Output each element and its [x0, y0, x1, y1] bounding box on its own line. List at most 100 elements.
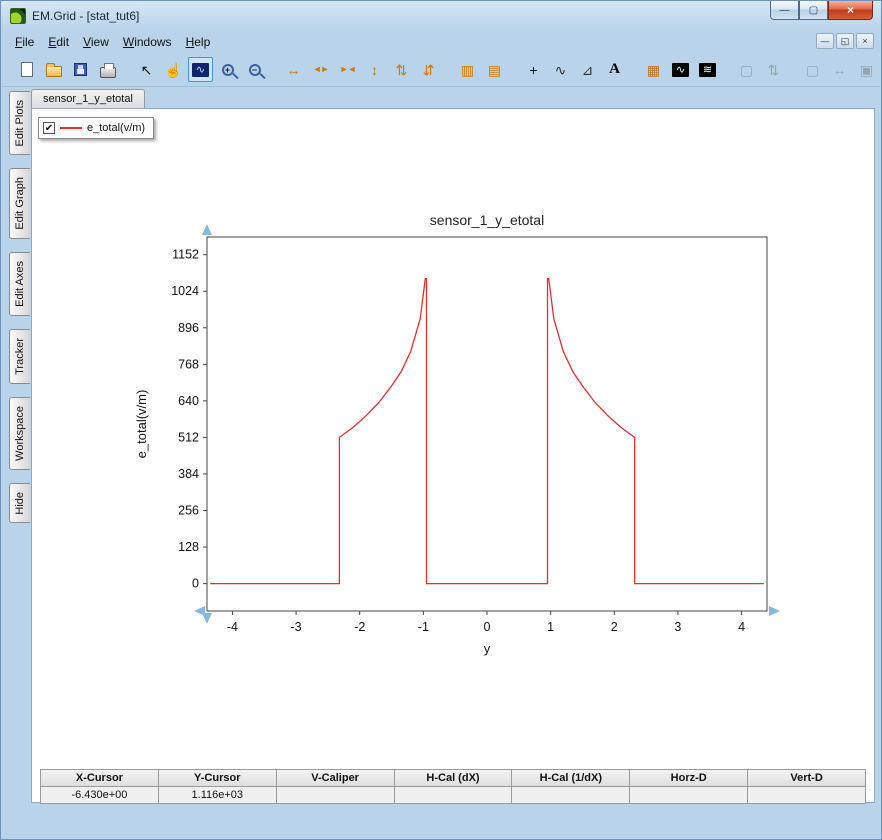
x-tick-label: 1: [547, 620, 554, 634]
legend-checkbox[interactable]: ✔: [43, 122, 55, 134]
sidebar-tab-edit-graph[interactable]: Edit Graph: [9, 168, 30, 240]
split-rows-button[interactable]: ▤: [482, 57, 507, 82]
x-full-scale-button[interactable]: ↔: [281, 57, 306, 82]
save-button[interactable]: [68, 57, 93, 82]
y-tick-label: 256: [178, 504, 199, 518]
sidebar-tab-hide[interactable]: Hide: [9, 482, 30, 524]
menu-help[interactable]: Help: [179, 32, 218, 52]
mdi-restore-button[interactable]: ◱: [836, 33, 854, 49]
status-col-header: V-Caliper: [276, 770, 395, 787]
slope-marker-button[interactable]: ⊿: [575, 57, 600, 82]
waveform-dark-button[interactable]: ∿: [668, 57, 693, 82]
fit-horizontal-button-icon: ↔: [832, 61, 847, 78]
menu-edit[interactable]: Edit: [41, 32, 76, 52]
sidebar-tab-edit-axes[interactable]: Edit Axes: [9, 252, 30, 316]
y-full-scale-button[interactable]: ↕: [362, 57, 387, 82]
x-tick-label: -1: [418, 620, 429, 634]
status-col-header: Y-Cursor: [158, 770, 277, 787]
maximize-button[interactable]: ▢: [799, 1, 828, 20]
status-value-cell: [630, 787, 749, 804]
slope-marker-button-icon: ⊿: [581, 61, 594, 78]
zoom-out-button-icon: −: [248, 63, 261, 76]
x-tick-label: -4: [227, 620, 238, 634]
sidebar-tab-label: Tracker: [14, 337, 26, 375]
mdi-close-button[interactable]: ×: [856, 33, 874, 49]
fit-vertical-button[interactable]: ⇅: [761, 57, 786, 82]
chart-title: sensor_1_y_etotal: [430, 212, 544, 228]
fit-horizontal-button[interactable]: ↔: [827, 57, 852, 82]
select-cursor-button[interactable]: ↖: [134, 57, 159, 82]
status-col-header: H-Cal (dX): [394, 770, 513, 787]
y-zoom-in-button[interactable]: ⇅: [389, 57, 414, 82]
add-text-button[interactable]: A: [602, 57, 627, 82]
fit-horizontal-checkbox-icon: ▢: [805, 61, 820, 78]
split-rows-button-icon: ▤: [487, 61, 502, 78]
status-col-header: Vert-D: [748, 770, 866, 787]
y-tick-label: 384: [178, 467, 199, 481]
zoom-in-button[interactable]: +: [215, 57, 240, 82]
sidebar-tab-strip: Edit Plots Edit Graph Edit Axes Tracker Work…: [9, 91, 31, 536]
menu-windows[interactable]: Windows: [116, 32, 179, 52]
chart-svg: 0 128 256 384 512 640 768 896 1024 1152 -4 -3 -2 -1 0 1…: [134, 212, 780, 656]
zoom-out-button[interactable]: −: [242, 57, 267, 82]
window-title: EM.Grid - [stat_tut6]: [32, 9, 140, 23]
sidebar-tab-label: Hide: [14, 491, 26, 515]
new-document-button-icon: [20, 62, 33, 77]
sidebar-tab-label: Edit Plots: [14, 100, 26, 147]
menu-view[interactable]: View: [76, 32, 116, 52]
x-tick-label: -3: [291, 620, 302, 634]
fit-page-button[interactable]: ▣: [854, 57, 879, 82]
chart-canvas[interactable]: 0 128 256 384 512 640 768 896 1024 1152 -4 -3 -2 -1 0 1…: [132, 204, 782, 674]
new-document-button[interactable]: [14, 57, 39, 82]
y-tick-label: 128: [178, 540, 199, 554]
fit-page-button-icon: ▣: [859, 61, 874, 78]
sidebar-tab-workspace[interactable]: Workspace: [9, 396, 30, 470]
sidebar-tab-edit-plots[interactable]: Edit Plots: [9, 91, 30, 156]
mdi-minimize-button[interactable]: —: [816, 33, 834, 49]
axes-curve-button[interactable]: ∿: [548, 57, 573, 82]
y-tick-label: 640: [178, 394, 199, 408]
split-columns-button[interactable]: ▥: [455, 57, 480, 82]
select-cursor-button-icon: ↖: [140, 61, 153, 78]
open-file-button[interactable]: [41, 57, 66, 82]
menu-file[interactable]: File: [8, 32, 41, 52]
y-tick-label: 512: [178, 430, 199, 444]
pan-hand-button[interactable]: ☝: [161, 57, 186, 82]
waveform-dual-dark-button-icon: ≋: [699, 62, 716, 77]
app-logo-icon[interactable]: [10, 8, 26, 24]
y-tick-label: 1024: [171, 284, 199, 298]
add-marker-button[interactable]: +: [521, 57, 546, 82]
print-button[interactable]: [95, 57, 120, 82]
toolbar: ↖☝∿+−↔◄►►◄↕⇅⇵▥▤+∿⊿A▦∿≋▢⇅▢↔▣ Layout: [2, 53, 880, 87]
x-zoom-in-button[interactable]: ◄►: [308, 57, 333, 82]
x-zoom-in-button-icon: ◄►: [312, 64, 330, 74]
print-button-icon: [99, 62, 116, 78]
x-tick-label: 0: [484, 620, 491, 634]
status-value-cell: [394, 787, 513, 804]
fit-horizontal-checkbox[interactable]: ▢: [800, 57, 825, 82]
minimize-button[interactable]: —: [770, 1, 799, 20]
status-col-header: Horz-D: [630, 770, 749, 787]
waveform-dual-dark-button[interactable]: ≋: [695, 57, 720, 82]
close-button[interactable]: ×: [828, 1, 873, 20]
plot-border: [206, 236, 768, 612]
status-value-cell: 1.116e+03: [158, 787, 277, 804]
axis-arrow-right-icon: [769, 606, 780, 616]
zoom-box-button[interactable]: ∿: [188, 57, 213, 82]
fit-vertical-button-icon: ⇅: [767, 61, 780, 78]
y-zoom-out-button[interactable]: ⇵: [416, 57, 441, 82]
status-value-cell: [748, 787, 866, 804]
menu-bar: File Edit View Windows Help — ◱ ×: [2, 31, 880, 53]
tab-sensor-1-y-etotal[interactable]: sensor_1_y_etotal: [31, 89, 145, 109]
x-zoom-out-button[interactable]: ►◄: [335, 57, 360, 82]
zoom-box-button-icon: ∿: [192, 62, 209, 77]
title-bar: EM.Grid - [stat_tut6] — ▢ ×: [1, 1, 881, 31]
sidebar-tab-label: Workspace: [14, 405, 26, 461]
save-button-icon: [74, 63, 87, 76]
x-tick-label: 3: [674, 620, 681, 634]
fit-vertical-checkbox[interactable]: ▢: [734, 57, 759, 82]
mini-plot-button[interactable]: ▦: [641, 57, 666, 82]
y-tick-label: 896: [178, 321, 199, 335]
legend-box: ✔ e_total(v/m): [38, 117, 155, 139]
sidebar-tab-tracker[interactable]: Tracker: [9, 328, 30, 384]
